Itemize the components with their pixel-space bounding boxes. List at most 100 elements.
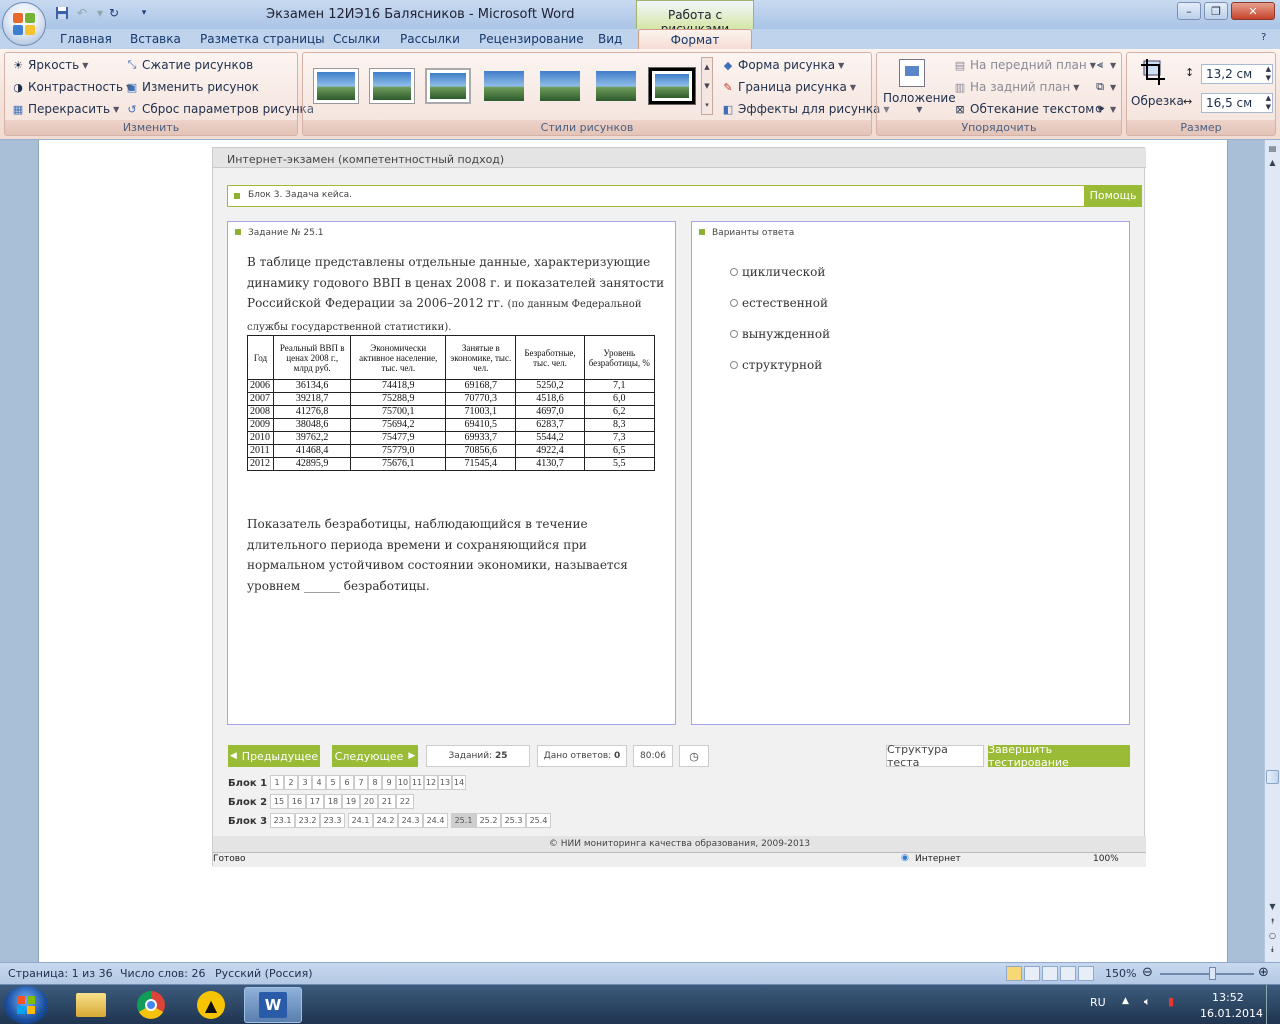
close-button[interactable]: ✕: [1231, 2, 1275, 20]
text-wrap-button[interactable]: ⊠ Обтекание текстом ▼: [953, 99, 1103, 119]
question-cell[interactable]: 25.1: [451, 813, 476, 828]
ruler-toggle-icon[interactable]: ▤: [1266, 142, 1279, 156]
question-cell[interactable]: 1: [270, 775, 284, 790]
next-page-icon[interactable]: ⯯: [1266, 943, 1279, 957]
tab-view[interactable]: Вид: [598, 32, 622, 46]
app-taskbar-button[interactable]: ▲: [182, 987, 240, 1023]
question-cell[interactable]: 25.2: [476, 813, 501, 828]
question-cell[interactable]: 8: [368, 775, 382, 790]
page-count[interactable]: Страница: 1 из 36: [8, 967, 113, 980]
answer-option[interactable]: естественной: [730, 296, 828, 310]
start-button[interactable]: [4, 986, 48, 1024]
show-desktop-button[interactable]: [1266, 985, 1280, 1024]
question-cell[interactable]: 6: [340, 775, 354, 790]
vertical-scrollbar[interactable]: ▤ ▲ ▼ ⯭ ○ ⯯: [1264, 140, 1280, 962]
volume-icon[interactable]: 🔈︎: [1144, 995, 1151, 1009]
question-cell[interactable]: 10: [396, 775, 410, 790]
picture-style-thumb[interactable]: [313, 68, 359, 104]
draft-view-icon[interactable]: [1078, 966, 1094, 981]
question-cell[interactable]: 16: [288, 794, 306, 809]
crop-button[interactable]: Обрезка: [1131, 91, 1184, 111]
tab-insert[interactable]: Вставка: [130, 32, 181, 46]
question-cell[interactable]: 24.2: [373, 813, 398, 828]
previous-page-icon[interactable]: ⯭: [1266, 915, 1279, 929]
change-picture-button[interactable]: ▣ Изменить рисунок: [125, 77, 259, 97]
radio-button[interactable]: [730, 330, 738, 338]
position-button[interactable]: Положение ▼: [883, 91, 956, 121]
question-cell[interactable]: 7: [354, 775, 368, 790]
contrast-button[interactable]: ◑ Контрастность ▼: [11, 77, 132, 97]
next-button[interactable]: Следующее ▶: [332, 745, 418, 767]
question-cell[interactable]: 18: [324, 794, 342, 809]
previous-button[interactable]: ◀ Предыдущее: [228, 745, 320, 767]
question-cell[interactable]: 21: [378, 794, 396, 809]
picture-border-button[interactable]: ✎ Граница рисунка ▼: [721, 77, 856, 97]
question-cell[interactable]: 5: [326, 775, 340, 790]
scroll-thumb[interactable]: [1266, 770, 1279, 784]
explorer-taskbar-button[interactable]: [62, 987, 120, 1023]
tab-page-layout[interactable]: Разметка страницы: [200, 32, 325, 46]
styles-scroll[interactable]: ▲ ▼ ▾: [701, 57, 713, 115]
question-cell[interactable]: 24.4: [423, 813, 448, 828]
zoom-out-icon[interactable]: ⊖: [1142, 965, 1153, 980]
answer-option[interactable]: циклической: [730, 265, 825, 279]
question-cell[interactable]: 25.4: [526, 813, 551, 828]
question-cell[interactable]: 2: [284, 775, 298, 790]
repeat-icon[interactable]: ↻: [106, 5, 122, 21]
compress-button[interactable]: ⤡ Сжатие рисунков: [125, 55, 254, 75]
question-cell[interactable]: 9: [382, 775, 396, 790]
question-cell[interactable]: 13: [438, 775, 452, 790]
web-layout-view-icon[interactable]: [1042, 966, 1058, 981]
answer-option[interactable]: структурной: [730, 358, 822, 372]
picture-style-thumb[interactable]: [593, 68, 639, 104]
radio-button[interactable]: [730, 299, 738, 307]
tray-expand-icon[interactable]: ▲: [1122, 996, 1129, 1006]
radio-button[interactable]: [730, 268, 738, 276]
help-button[interactable]: Помощь: [1084, 185, 1142, 207]
reset-picture-button[interactable]: ↺ Сброс параметров рисунка: [125, 99, 314, 119]
tab-mailings[interactable]: Рассылки: [400, 32, 460, 46]
bring-front-button[interactable]: ▤ На передний план ▼: [953, 55, 1096, 75]
height-input[interactable]: 13,2 см ▲ ▼: [1201, 64, 1273, 84]
clock-date[interactable]: 16.01.2014: [1200, 1007, 1263, 1020]
outline-view-icon[interactable]: [1060, 966, 1076, 981]
recolor-button[interactable]: ▦ Перекрасить ▼: [11, 99, 119, 119]
picture-style-thumb[interactable]: [537, 68, 583, 104]
tab-references[interactable]: Ссылки: [333, 32, 380, 46]
test-structure-button[interactable]: Структура теста: [886, 743, 984, 769]
print-layout-view-icon[interactable]: [1006, 966, 1022, 981]
question-cell[interactable]: 23.1: [270, 813, 295, 828]
chrome-taskbar-button[interactable]: [122, 987, 180, 1023]
rotate-button[interactable]: ⟳ ▼: [1093, 99, 1116, 119]
question-cell[interactable]: 11: [410, 775, 424, 790]
help-icon[interactable]: ?: [1261, 32, 1266, 43]
network-icon[interactable]: ▮: [1168, 995, 1174, 1008]
answer-option[interactable]: вынужденной: [730, 327, 830, 341]
embedded-picture[interactable]: Интернет-экзамен (компетентностный подхо…: [212, 147, 1146, 867]
picture-shape-button[interactable]: ◆ Форма рисунка ▼: [721, 55, 844, 75]
question-cell[interactable]: 17: [306, 794, 324, 809]
send-back-button[interactable]: ▥ На задний план ▼: [953, 77, 1080, 97]
clock-button[interactable]: ◷: [679, 745, 709, 767]
group-objects-button[interactable]: ⧉ ▼: [1093, 77, 1116, 97]
picture-effects-button[interactable]: ◧ Эффекты для рисунка ▼: [721, 99, 890, 119]
width-input[interactable]: 16,5 см ▲ ▼: [1201, 93, 1273, 113]
maximize-button[interactable]: ❐: [1204, 2, 1228, 20]
radio-button[interactable]: [730, 361, 738, 369]
question-cell[interactable]: 23.2: [295, 813, 320, 828]
word-taskbar-button[interactable]: W: [244, 987, 302, 1023]
zoom-level[interactable]: 150%: [1105, 967, 1136, 980]
minimize-button[interactable]: –: [1177, 2, 1201, 20]
picture-style-thumb[interactable]: [481, 68, 527, 104]
save-icon[interactable]: [54, 5, 70, 21]
browse-object-icon[interactable]: ○: [1266, 929, 1279, 943]
language[interactable]: Русский (Россия): [215, 967, 313, 980]
picture-style-thumb[interactable]: [425, 68, 471, 104]
keyboard-language[interactable]: RU: [1090, 996, 1106, 1009]
question-cell[interactable]: 23.3: [320, 813, 345, 828]
scroll-up-icon[interactable]: ▲: [1266, 156, 1279, 170]
tab-format[interactable]: Формат: [638, 29, 752, 50]
word-count[interactable]: Число слов: 26: [120, 967, 206, 980]
scroll-down-icon[interactable]: ▼: [1266, 900, 1279, 914]
undo-icon[interactable]: ↶: [74, 5, 90, 21]
